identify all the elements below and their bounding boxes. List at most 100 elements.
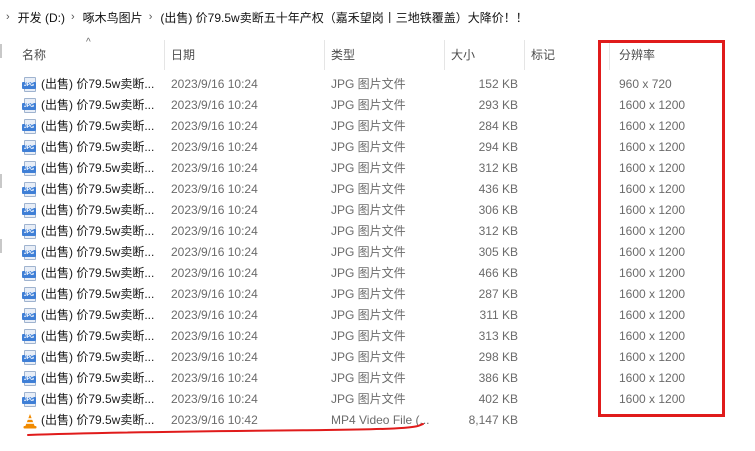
file-size: 284 KB [478,119,518,133]
file-name: (出售) 价79.5w卖断... [41,203,155,217]
file-name: (出售) 价79.5w卖断... [41,308,155,322]
file-date: 2023/9/16 10:24 [171,203,258,217]
file-name-cell[interactable]: JPG (出售) 价79.5w卖断... [22,179,162,200]
file-name-cell[interactable]: JPG (出售) 价79.5w卖断... [22,200,162,221]
file-date: 2023/9/16 10:24 [171,392,258,406]
file-date: 2023/9/16 10:24 [171,371,258,385]
file-name: (出售) 价79.5w卖断... [41,245,155,259]
jpg-file-icon: JPG [22,265,38,282]
file-date: 2023/9/16 10:24 [171,287,258,301]
file-date: 2023/9/16 10:24 [171,350,258,364]
file-date: 2023/9/16 10:24 [171,224,258,238]
file-size: 312 KB [478,224,518,238]
file-name-cell[interactable]: JPG (出售) 价79.5w卖断... [22,263,162,284]
jpg-file-icon: JPG [22,76,38,93]
file-date: 2023/9/16 10:24 [171,119,258,133]
file-name: (出售) 价79.5w卖断... [41,140,155,154]
jpg-file-icon: JPG [22,370,38,387]
file-name: (出售) 价79.5w卖断... [41,224,155,238]
file-name-cell[interactable]: JPG (出售) 价79.5w卖断... [22,158,162,179]
file-type: JPG 图片文件 [331,287,406,301]
file-size: 293 KB [478,98,518,112]
file-name-cell[interactable]: JPG (出售) 价79.5w卖断... [22,221,162,242]
file-size: 306 KB [478,203,518,217]
file-name-cell[interactable]: JPG (出售) 价79.5w卖断... [22,242,162,263]
chevron-right-icon[interactable]: › [71,11,75,23]
file-name-cell[interactable]: JPG (出售) 价79.5w卖断... [22,74,162,95]
file-size: 305 KB [478,245,518,259]
file-type: JPG 图片文件 [331,140,406,154]
file-name-cell[interactable]: JPG (出售) 价79.5w卖断... [22,305,162,326]
file-type: JPG 图片文件 [331,245,406,259]
file-type: JPG 图片文件 [331,119,406,133]
file-name-cell[interactable]: JPG (出售) 价79.5w卖断... [22,326,162,347]
file-date: 2023/9/16 10:24 [171,329,258,343]
chevron-right-icon[interactable]: › [6,11,10,23]
file-type: JPG 图片文件 [331,203,406,217]
file-name: (出售) 价79.5w卖断... [41,392,155,406]
file-name: (出售) 价79.5w卖断... [41,371,155,385]
file-size: 152 KB [478,77,518,91]
file-size: 402 KB [478,392,518,406]
file-type: JPG 图片文件 [331,350,406,364]
file-type: JPG 图片文件 [331,98,406,112]
file-date: 2023/9/16 10:24 [171,308,258,322]
file-type: JPG 图片文件 [331,182,406,196]
jpg-file-icon: JPG [22,307,38,324]
file-type: JPG 图片文件 [331,224,406,238]
breadcrumb-item-folder[interactable]: 啄木鸟图片 [83,9,143,26]
chevron-right-icon[interactable]: › [149,11,153,23]
file-name-cell[interactable]: JPG (出售) 价79.5w卖断... [22,389,162,410]
file-date: 2023/9/16 10:24 [171,182,258,196]
file-size: 312 KB [478,161,518,175]
file-size: 294 KB [478,140,518,154]
column-header-name[interactable]: ^ 名称 [16,37,165,70]
jpg-file-icon: JPG [22,391,38,408]
file-date: 2023/9/16 10:24 [171,266,258,280]
jpg-file-icon: JPG [22,97,38,114]
breadcrumb-item-current[interactable]: (出售) 价79.5w卖断五十年产权（嘉禾望岗丨三地铁覆盖）大降价！！ [160,9,527,26]
column-header-type[interactable]: 类型 [325,40,445,70]
file-name: (出售) 价79.5w卖断... [41,161,155,175]
file-name-cell[interactable]: JPG (出售) 价79.5w卖断... [22,137,162,158]
file-size: 8,147 KB [468,413,518,427]
column-header-size[interactable]: 大小 [445,40,525,70]
file-size: 436 KB [478,182,518,196]
file-name: (出售) 价79.5w卖断... [41,98,155,112]
jpg-file-icon: JPG [22,139,38,156]
breadcrumb: › 开发 (D:) › 啄木鸟图片 › (出售) 价79.5w卖断五十年产权（嘉… [0,0,755,34]
file-date: 2023/9/16 10:24 [171,161,258,175]
jpg-file-icon: JPG [22,118,38,135]
file-type: JPG 图片文件 [331,329,406,343]
file-date: 2023/9/16 10:24 [171,98,258,112]
column-header-date[interactable]: 日期 [165,40,325,70]
file-name-cell[interactable]: JPG (出售) 价79.5w卖断... [22,95,162,116]
file-date: 2023/9/16 10:24 [171,77,258,91]
file-date: 2023/9/16 10:24 [171,140,258,154]
file-name-cell[interactable]: JPG (出售) 价79.5w卖断... [22,347,162,368]
file-name: (出售) 价79.5w卖断... [41,287,155,301]
file-name: (出售) 价79.5w卖断... [41,350,155,364]
jpg-file-icon: JPG [22,223,38,240]
file-type: JPG 图片文件 [331,77,406,91]
highlight-box-annotation [598,40,725,417]
file-name: (出售) 价79.5w卖断... [41,266,155,280]
file-type: JPG 图片文件 [331,371,406,385]
file-type: JPG 图片文件 [331,161,406,175]
sort-ascending-icon: ^ [86,37,91,48]
file-name: (出售) 价79.5w卖断... [41,182,155,196]
file-name-cell[interactable]: JPG (出售) 价79.5w卖断... [22,116,162,137]
jpg-file-icon: JPG [22,181,38,198]
file-name: (出售) 价79.5w卖断... [41,329,155,343]
file-name: (出售) 价79.5w卖断... [41,77,155,91]
file-size: 311 KB [479,308,518,322]
file-name-cell[interactable]: JPG (出售) 价79.5w卖断... [22,368,162,389]
file-name-cell[interactable]: JPG (出售) 价79.5w卖断... [22,284,162,305]
file-type: JPG 图片文件 [331,308,406,322]
file-date: 2023/9/16 10:24 [171,245,258,259]
file-type: JPG 图片文件 [331,392,406,406]
file-name: (出售) 价79.5w卖断... [41,119,155,133]
jpg-file-icon: JPG [22,328,38,345]
file-size: 313 KB [478,329,518,343]
breadcrumb-item-drive[interactable]: 开发 (D:) [18,9,65,26]
